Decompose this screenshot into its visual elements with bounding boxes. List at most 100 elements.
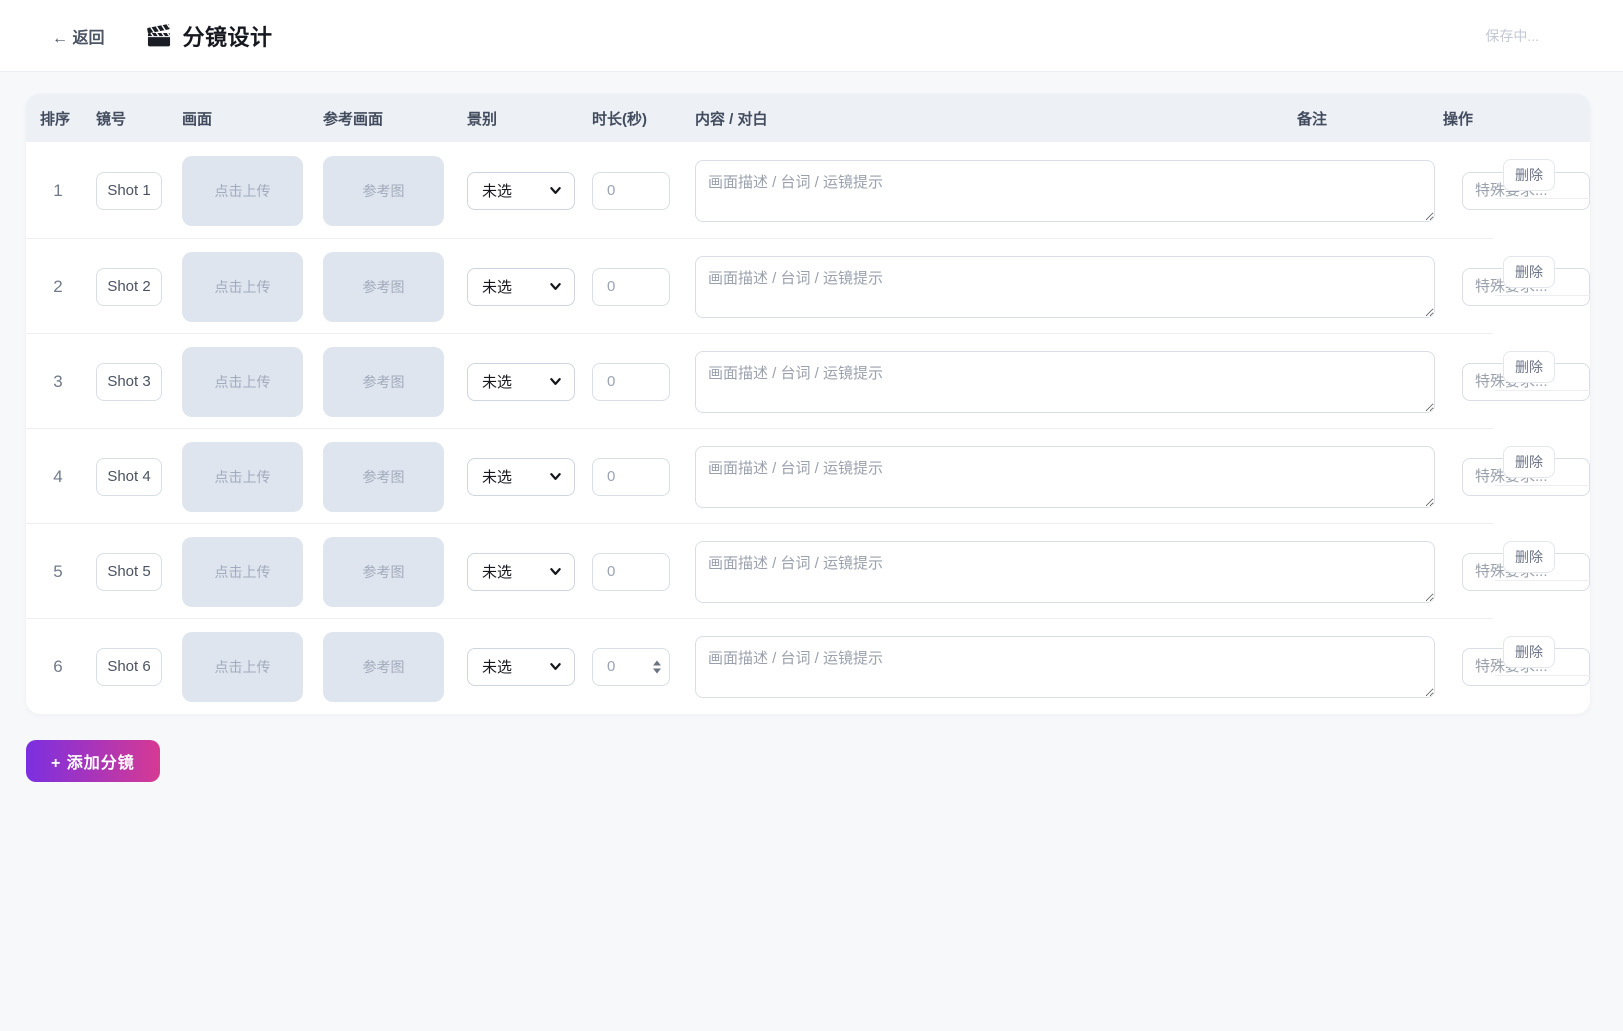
content-textarea[interactable] (695, 256, 1435, 318)
header-note: 备注 (1297, 108, 1425, 129)
shot-type-select[interactable]: 未选 (467, 553, 575, 591)
frame-upload-area[interactable]: 点击上传 (182, 252, 303, 322)
storyboard-table: 排序 镜号 画面 参考画面 景别 时长(秒) 内容 / 对白 备注 操作 1 点… (26, 94, 1590, 714)
content-textarea[interactable] (695, 541, 1435, 603)
reference-upload-label: 参考图 (363, 657, 405, 677)
reference-upload-label: 参考图 (363, 372, 405, 392)
frame-upload-label: 点击上传 (215, 562, 271, 582)
duration-input[interactable] (592, 172, 670, 210)
shot-number-input[interactable] (96, 172, 162, 210)
shot-type-value: 未选 (482, 466, 512, 487)
reference-upload-area[interactable]: 参考图 (323, 442, 444, 512)
delete-button[interactable]: 删除 (1503, 256, 1555, 288)
duration-input[interactable] (592, 553, 670, 591)
shot-type-select[interactable]: 未选 (467, 458, 575, 496)
back-link[interactable]: ← 返回 (52, 24, 104, 48)
reference-upload-area[interactable]: 参考图 (323, 537, 444, 607)
content-textarea[interactable] (695, 351, 1435, 413)
duration-input[interactable] (592, 458, 670, 496)
actions-cell: 删除 (1495, 429, 1590, 486)
shot-type-select[interactable]: 未选 (467, 268, 575, 306)
reference-upload-label: 参考图 (363, 562, 405, 582)
frame-upload-area[interactable]: 点击上传 (182, 632, 303, 702)
content-textarea[interactable] (695, 446, 1435, 508)
order-number: 6 (38, 657, 78, 677)
delete-button[interactable]: 删除 (1503, 636, 1555, 668)
storyboard-row: 6 点击上传 参考图 未选 删除 (26, 619, 1590, 714)
duration-input[interactable] (592, 363, 670, 401)
shot-type-select[interactable]: 未选 (467, 363, 575, 401)
shot-number-input[interactable] (96, 363, 162, 401)
storyboard-row: 3 点击上传 参考图 未选 删除 (26, 334, 1590, 429)
content-textarea[interactable] (695, 636, 1435, 698)
header-order: 排序 (38, 108, 78, 129)
reference-upload-area[interactable]: 参考图 (323, 632, 444, 702)
frame-upload-area[interactable]: 点击上传 (182, 442, 303, 512)
header-content: 内容 / 对白 (695, 108, 1270, 129)
shot-number-input[interactable] (96, 268, 162, 306)
saving-status: 保存中... (1485, 26, 1539, 46)
order-number: 3 (38, 372, 78, 392)
chevron-down-icon (549, 280, 562, 293)
delete-button[interactable]: 删除 (1503, 351, 1555, 383)
chevron-down-icon (549, 375, 562, 388)
duration-spinner[interactable] (653, 660, 661, 673)
order-number: 4 (38, 467, 78, 487)
header-reference: 参考画面 (323, 108, 444, 129)
main-content: 排序 镜号 画面 参考画面 景别 时长(秒) 内容 / 对白 备注 操作 1 点… (0, 94, 1623, 782)
actions-cell: 删除 (1495, 142, 1590, 199)
shot-number-input[interactable] (96, 553, 162, 591)
chevron-down-icon (549, 660, 562, 673)
shot-type-select[interactable]: 未选 (467, 172, 575, 210)
shot-type-value: 未选 (482, 371, 512, 392)
clapperboard-icon (146, 23, 172, 49)
add-storyboard-button[interactable]: + 添加分镜 (26, 740, 160, 782)
shot-number-input[interactable] (96, 648, 162, 686)
frame-upload-label: 点击上传 (215, 657, 271, 677)
header-shot-type: 景别 (467, 108, 575, 129)
frame-upload-label: 点击上传 (215, 372, 271, 392)
shot-type-value: 未选 (482, 656, 512, 677)
shot-number-input[interactable] (96, 458, 162, 496)
frame-upload-area[interactable]: 点击上传 (182, 347, 303, 417)
shot-type-value: 未选 (482, 561, 512, 582)
order-number: 1 (38, 181, 78, 201)
storyboard-row: 4 点击上传 参考图 未选 删除 (26, 429, 1590, 524)
reference-upload-area[interactable]: 参考图 (323, 347, 444, 417)
reference-upload-label: 参考图 (363, 277, 405, 297)
page-title: 分镜设计 (182, 20, 272, 52)
shot-type-value: 未选 (482, 276, 512, 297)
reference-upload-label: 参考图 (363, 467, 405, 487)
storyboard-row: 2 点击上传 参考图 未选 删除 (26, 239, 1590, 334)
order-number: 5 (38, 562, 78, 582)
title-wrap: 分镜设计 (146, 20, 272, 52)
header-frame: 画面 (182, 108, 303, 129)
spinner-up-icon[interactable] (653, 660, 661, 665)
delete-button[interactable]: 删除 (1503, 446, 1555, 478)
storyboard-row: 5 点击上传 参考图 未选 删除 (26, 524, 1590, 619)
delete-button[interactable]: 删除 (1503, 541, 1555, 573)
table-body: 1 点击上传 参考图 未选 删除 (26, 142, 1590, 714)
reference-upload-area[interactable]: 参考图 (323, 252, 444, 322)
frame-upload-area[interactable]: 点击上传 (182, 537, 303, 607)
reference-upload-area[interactable]: 参考图 (323, 156, 444, 226)
shot-type-select[interactable]: 未选 (467, 648, 575, 686)
spinner-down-icon[interactable] (653, 668, 661, 673)
order-number: 2 (38, 277, 78, 297)
reference-upload-label: 参考图 (363, 181, 405, 201)
content-textarea[interactable] (695, 160, 1435, 222)
header-shot: 镜号 (96, 108, 162, 129)
frame-upload-label: 点击上传 (215, 467, 271, 487)
topbar: ← 返回 分镜设计 保存中... (0, 0, 1623, 72)
shot-type-value: 未选 (482, 180, 512, 201)
table-header-row: 排序 镜号 画面 参考画面 景别 时长(秒) 内容 / 对白 备注 操作 (26, 94, 1590, 142)
duration-input[interactable] (592, 268, 670, 306)
header-actions: 操作 (1443, 108, 1503, 129)
header-duration: 时长(秒) (592, 108, 670, 129)
chevron-down-icon (549, 565, 562, 578)
storyboard-row: 1 点击上传 参考图 未选 删除 (26, 142, 1590, 239)
frame-upload-area[interactable]: 点击上传 (182, 156, 303, 226)
actions-cell: 删除 (1495, 524, 1590, 581)
delete-button[interactable]: 删除 (1503, 159, 1555, 191)
frame-upload-label: 点击上传 (215, 277, 271, 297)
